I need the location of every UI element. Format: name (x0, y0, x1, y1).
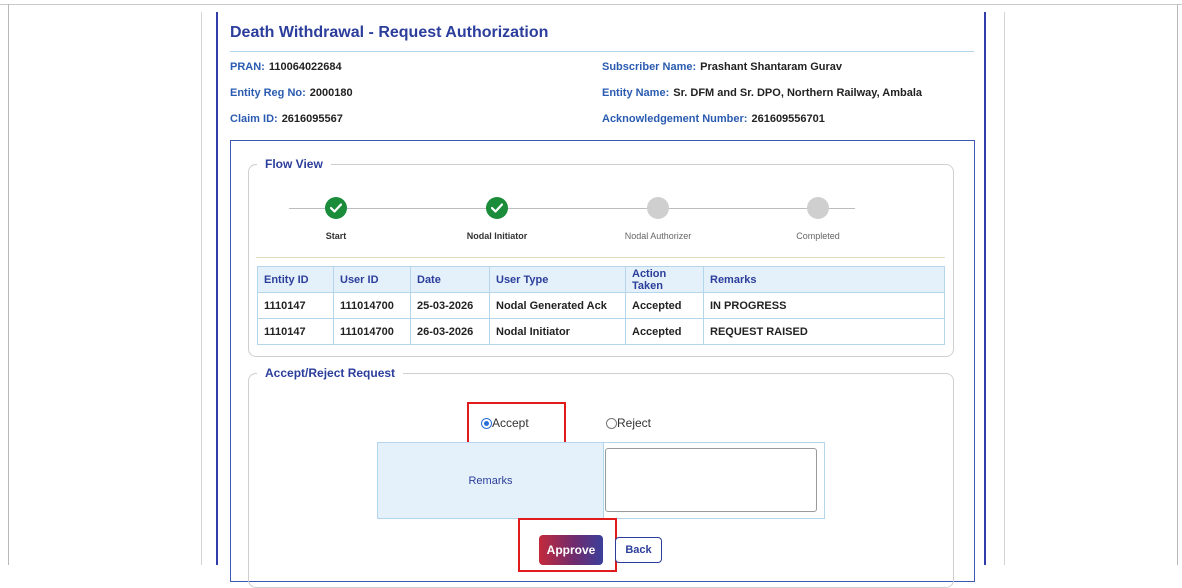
flow-divider (256, 257, 945, 258)
table-row: 1110147 111014700 26-03-2026 Nodal Initi… (257, 318, 945, 345)
ack-info: Acknowledgement Number: 261609556701 (602, 113, 825, 125)
title-underline (230, 51, 974, 52)
page-edge-right (1177, 4, 1178, 565)
remarks-label: Remarks (378, 443, 604, 518)
back-button[interactable]: Back (615, 537, 662, 563)
subscriber-info: Subscriber Name: Prashant Shantaram Gurav (602, 61, 842, 73)
content-shadow-left (201, 12, 202, 565)
cell-remarks: REQUEST RAISED (703, 318, 945, 345)
pran-info: PRAN: 110064022684 (230, 61, 342, 73)
col-entity-id: Entity ID (257, 266, 334, 293)
pran-label: PRAN: (230, 61, 265, 73)
entity-reg-info: Entity Reg No: 2000180 (230, 87, 353, 99)
entity-reg-value: 2000180 (309, 87, 353, 99)
col-user-id: User ID (333, 266, 411, 293)
step-nodal-authorizer-label: Nodal Authorizer (624, 231, 692, 241)
pran-value: 110064022684 (268, 61, 342, 73)
step-completed-circle (807, 197, 829, 219)
flow-line (289, 208, 855, 209)
table-header-row: Entity ID User ID Date User Type Action … (257, 266, 945, 293)
step-nodal-authorizer-circle (647, 197, 669, 219)
cell-entity-id: 1110147 (257, 292, 334, 319)
content-border-left (216, 12, 218, 565)
check-icon (330, 203, 342, 213)
cell-date: 25-03-2026 (410, 292, 490, 319)
reject-radio-option[interactable]: Reject (606, 416, 651, 430)
col-action-taken: Action Taken (625, 266, 704, 293)
remarks-input[interactable] (605, 448, 817, 512)
page-edge-left (8, 4, 9, 565)
approve-button[interactable]: Approve (539, 535, 603, 565)
subscriber-value: Prashant Shantaram Gurav (700, 61, 842, 73)
entity-name-value: Sr. DFM and Sr. DPO, Northern Railway, A… (673, 87, 923, 99)
cell-user-type: Nodal Generated Ack (489, 292, 626, 319)
subscriber-label: Subscriber Name: (602, 61, 697, 73)
step-start-circle (325, 197, 347, 219)
reject-radio[interactable] (606, 418, 617, 430)
entity-reg-label: Entity Reg No: (230, 87, 306, 99)
top-divider (0, 4, 1182, 5)
cell-entity-id: 1110147 (257, 318, 334, 345)
claim-info: Claim ID: 2616095567 (230, 113, 343, 125)
claim-label: Claim ID: (230, 113, 278, 125)
entity-name-label: Entity Name: (602, 87, 670, 99)
flow-view-legend: Flow View (265, 157, 323, 171)
step-completed-label: Completed (796, 231, 840, 241)
ack-value: 261609556701 (751, 113, 825, 125)
check-icon (491, 203, 503, 213)
page-title: Death Withdrawal - Request Authorization (230, 24, 549, 41)
step-nodal-initiator-label: Nodal Initiator (466, 231, 528, 241)
col-remarks: Remarks (703, 266, 945, 293)
table-row: 1110147 111014700 25-03-2026 Nodal Gener… (257, 292, 945, 319)
cell-user-type: Nodal Initiator (489, 318, 626, 345)
step-start-label: Start (325, 231, 347, 241)
cell-action-taken: Accepted (625, 292, 704, 319)
ack-label: Acknowledgement Number: (602, 113, 748, 125)
cell-user-id: 111014700 (333, 292, 411, 319)
cell-remarks: IN PROGRESS (703, 292, 945, 319)
step-nodal-initiator-circle (486, 197, 508, 219)
cell-action-taken: Accepted (625, 318, 704, 345)
action-log-table: Entity ID User ID Date User Type Action … (257, 266, 945, 345)
accept-reject-legend: Accept/Reject Request (265, 366, 396, 380)
col-date: Date (410, 266, 490, 293)
reject-label: Reject (617, 416, 652, 430)
claim-value: 2616095567 (281, 113, 343, 125)
content-shadow-right (1004, 12, 1005, 565)
entity-name-info: Entity Name: Sr. DFM and Sr. DPO, Norther… (602, 87, 922, 99)
cell-date: 26-03-2026 (410, 318, 490, 345)
content-border-right (984, 12, 986, 565)
cell-user-id: 111014700 (333, 318, 411, 345)
col-user-type: User Type (489, 266, 626, 293)
